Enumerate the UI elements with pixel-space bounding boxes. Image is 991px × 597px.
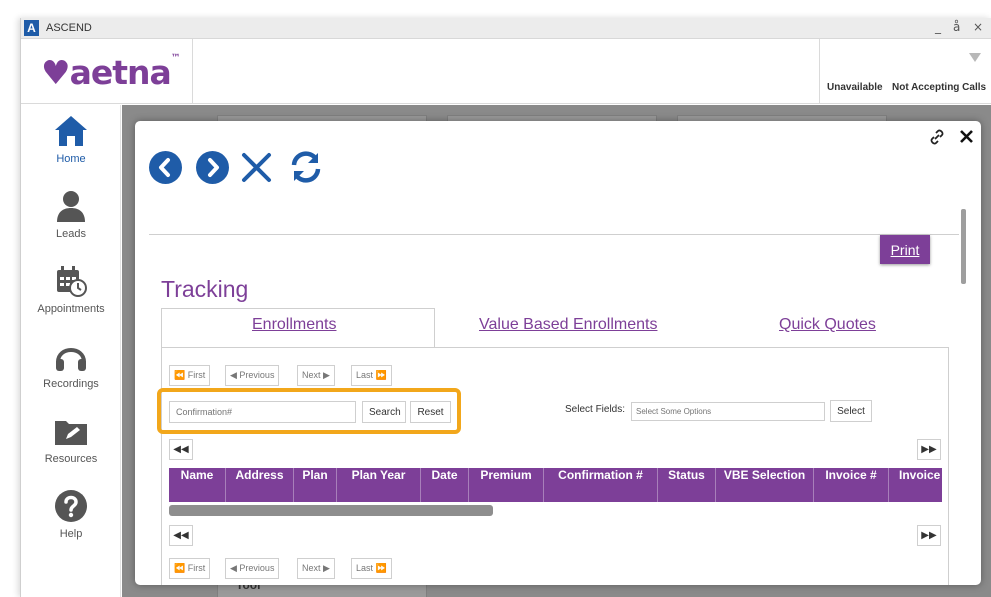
sidebar-item-appointments[interactable]: Appointments bbox=[21, 263, 121, 333]
print-button[interactable]: Print bbox=[880, 235, 930, 264]
help-icon bbox=[55, 490, 87, 522]
refresh-icon[interactable] bbox=[288, 149, 324, 185]
column-header-invoice-number[interactable]: Invoice # bbox=[814, 468, 889, 502]
close-window-button[interactable]: × bbox=[973, 20, 983, 34]
close-modal-icon[interactable] bbox=[959, 129, 974, 144]
enrollments-table-header: Name Address Plan Plan Year Date Premium… bbox=[169, 468, 942, 502]
cancel-x-icon[interactable] bbox=[240, 151, 273, 184]
forward-arrow-icon[interactable] bbox=[196, 151, 229, 184]
home-icon bbox=[55, 116, 87, 146]
pager-last-button[interactable]: Last ⏩ bbox=[351, 365, 392, 386]
reset-button[interactable]: Reset bbox=[410, 401, 451, 423]
app-window: A ASCEND _ å × ♥aetna™ Unavailable Not A… bbox=[20, 18, 991, 597]
column-header-status[interactable]: Status bbox=[658, 468, 716, 502]
column-header-vbe-selection[interactable]: VBE Selection bbox=[716, 468, 814, 502]
pager-previous-button[interactable]: ◀ Previous bbox=[225, 365, 280, 386]
pager-next-button-bottom[interactable]: Next ▶ bbox=[297, 558, 335, 579]
tracking-modal: Print Tracking Enrollments Value Based E… bbox=[135, 121, 981, 585]
sidebar-item-label: Help bbox=[59, 528, 83, 540]
table-horizontal-scrollbar[interactable] bbox=[169, 505, 493, 516]
scroll-right-button[interactable]: ▶▶ bbox=[917, 439, 941, 460]
pager-first-button-bottom[interactable]: ⏪ First bbox=[169, 558, 211, 579]
page-title: Tracking bbox=[161, 276, 249, 302]
scroll-left-button[interactable]: ◀◀ bbox=[169, 439, 193, 460]
header-divider bbox=[192, 39, 193, 104]
person-icon bbox=[57, 191, 85, 222]
column-header-plan[interactable]: Plan bbox=[294, 468, 337, 502]
app-title: ASCEND bbox=[46, 22, 92, 34]
column-header-plan-year[interactable]: Plan Year bbox=[337, 468, 421, 502]
confirmation-search-input[interactable] bbox=[169, 401, 356, 423]
select-fields-input[interactable] bbox=[631, 402, 825, 421]
sidebar-item-label: Resources bbox=[44, 453, 98, 465]
app-logo-icon: A bbox=[24, 20, 39, 36]
pager-next-button[interactable]: Next ▶ bbox=[297, 365, 335, 386]
pager-last-button-bottom[interactable]: Last ⏩ bbox=[351, 558, 392, 579]
sidebar-item-label: Recordings bbox=[43, 378, 99, 390]
sidebar: Home Leads Appointments Recordings Resou… bbox=[21, 105, 121, 597]
sidebar-item-recordings[interactable]: Recordings bbox=[21, 338, 121, 408]
column-header-date[interactable]: Date bbox=[421, 468, 469, 502]
sidebar-item-leads[interactable]: Leads bbox=[21, 188, 121, 258]
pager-first-button[interactable]: ⏪ First bbox=[169, 365, 211, 386]
tab-bar: Enrollments Value Based Enrollments Quic… bbox=[161, 308, 949, 348]
column-header-confirmation[interactable]: Confirmation # bbox=[544, 468, 658, 502]
search-button[interactable]: Search bbox=[362, 401, 406, 423]
modal-divider bbox=[149, 234, 959, 235]
column-header-premium[interactable]: Premium bbox=[469, 468, 544, 502]
status-dropdown-caret-icon[interactable] bbox=[969, 53, 981, 62]
status-divider bbox=[819, 39, 820, 104]
scroll-right-button-bottom[interactable]: ▶▶ bbox=[917, 525, 941, 546]
column-header-address[interactable]: Address bbox=[226, 468, 294, 502]
pager-previous-button-bottom[interactable]: ◀ Previous bbox=[225, 558, 280, 579]
sidebar-item-label: Appointments bbox=[37, 303, 105, 315]
tab-quick-quotes[interactable]: Quick Quotes bbox=[779, 316, 876, 334]
tab-panel-border bbox=[435, 347, 949, 348]
headphones-icon bbox=[56, 348, 86, 371]
select-fields-label: Select Fields: bbox=[565, 404, 626, 415]
scroll-left-button-bottom[interactable]: ◀◀ bbox=[169, 525, 193, 546]
sidebar-item-label: Home bbox=[56, 153, 86, 165]
modal-scrollbar[interactable] bbox=[961, 209, 966, 284]
aetna-logo: ♥aetna™ bbox=[41, 53, 181, 92]
restore-button[interactable]: å bbox=[953, 20, 960, 34]
title-bar: A ASCEND _ å × bbox=[21, 18, 991, 39]
column-header-invoice[interactable]: Invoice bbox=[889, 468, 942, 502]
sidebar-item-resources[interactable]: Resources bbox=[21, 413, 121, 483]
calendar-clock-icon bbox=[57, 266, 87, 297]
minimize-button[interactable]: _ bbox=[935, 20, 941, 34]
sidebar-item-label: Leads bbox=[56, 228, 86, 240]
select-button[interactable]: Select bbox=[830, 400, 872, 422]
sidebar-item-home[interactable]: Home bbox=[21, 113, 121, 183]
app-header: ♥aetna™ Unavailable Not Accepting Calls bbox=[21, 39, 991, 104]
tab-value-based-enrollments[interactable]: Value Based Enrollments bbox=[479, 316, 657, 334]
back-arrow-icon[interactable] bbox=[149, 151, 182, 184]
column-header-name[interactable]: Name bbox=[169, 468, 226, 502]
status-unavailable[interactable]: Unavailable bbox=[827, 82, 883, 93]
folder-edit-icon bbox=[55, 421, 87, 445]
status-not-accepting-calls[interactable]: Not Accepting Calls bbox=[892, 82, 986, 93]
tab-enrollments-label[interactable]: Enrollments bbox=[252, 316, 336, 334]
link-icon[interactable] bbox=[928, 128, 946, 146]
sidebar-item-help[interactable]: Help bbox=[21, 488, 121, 558]
